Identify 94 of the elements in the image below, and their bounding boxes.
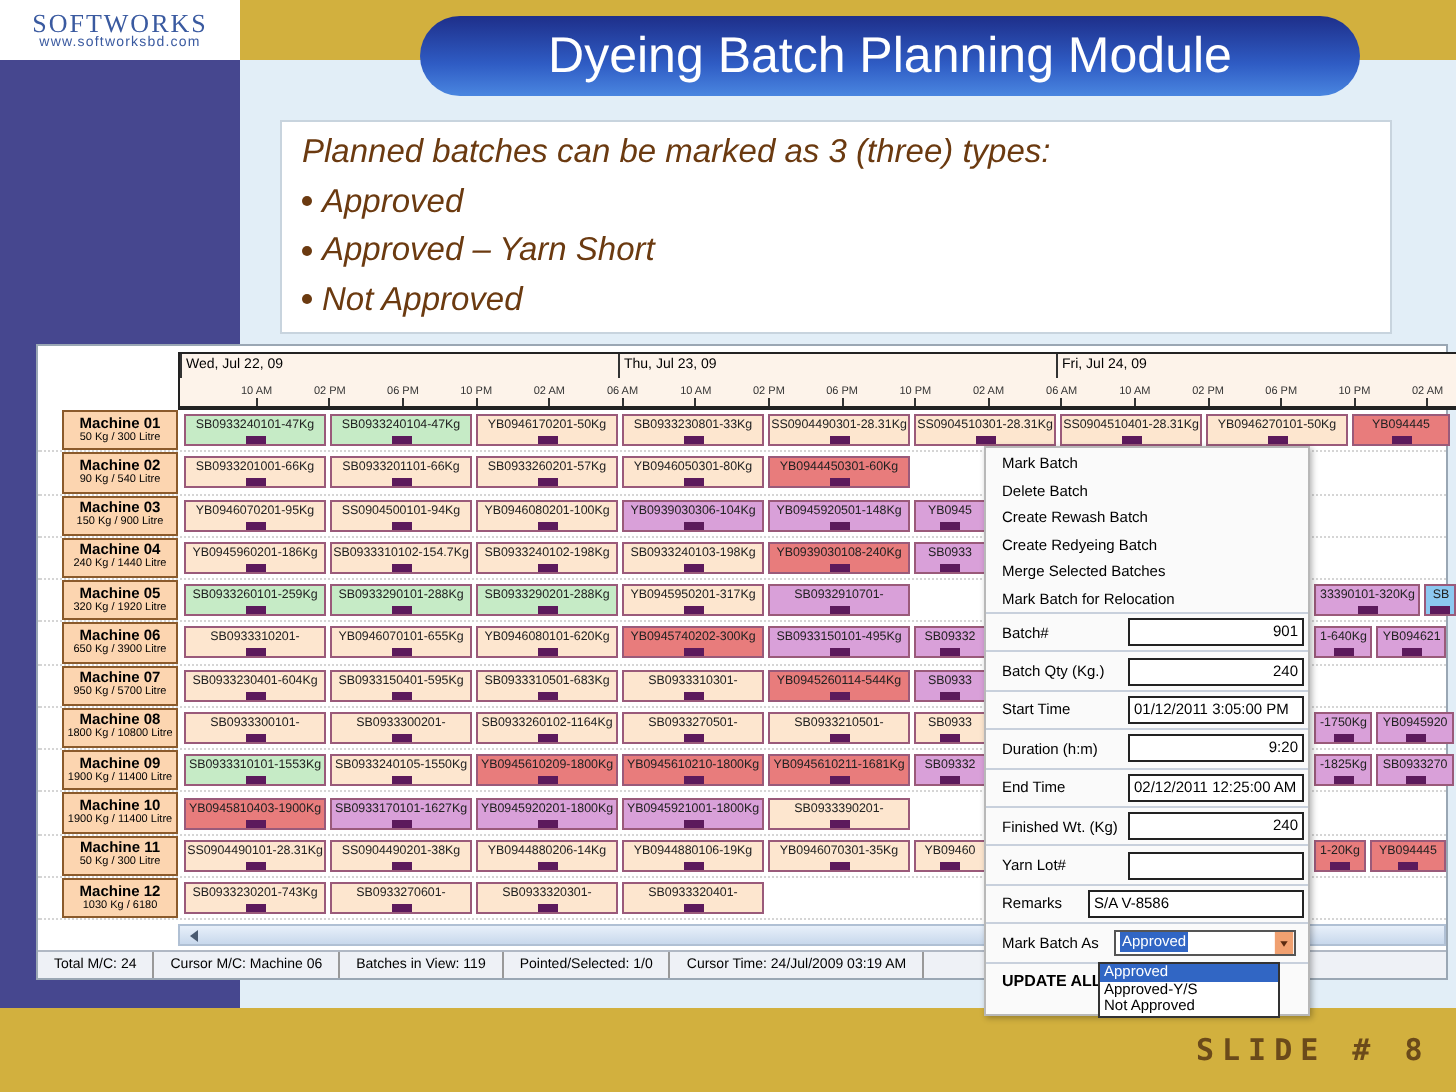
batch-marker xyxy=(391,691,411,700)
batch-marker xyxy=(391,733,411,742)
batch-marker xyxy=(829,478,849,487)
batch-marker xyxy=(829,436,849,445)
notes-intro: Planned batches can be marked as 3 (three) types: xyxy=(302,132,1053,174)
batch-marker xyxy=(245,733,265,742)
batch-marker xyxy=(537,563,557,572)
batch-marker xyxy=(537,521,557,530)
batch-marker xyxy=(391,819,411,828)
batch-marker xyxy=(245,478,265,487)
bullet-text: Not Approved xyxy=(322,279,523,321)
bullet-icon xyxy=(302,245,312,256)
bullet-icon xyxy=(302,196,312,207)
batch-marker xyxy=(683,563,703,572)
batch-marker xyxy=(391,563,411,572)
logo-name: SOFTWORKS xyxy=(32,9,208,35)
batch-marker xyxy=(245,436,265,445)
batch-marker xyxy=(537,904,557,913)
batch-marker xyxy=(537,478,557,487)
batch-marker xyxy=(683,521,703,530)
batch-marker xyxy=(245,648,265,657)
batch-marker xyxy=(537,436,557,445)
batch-marker xyxy=(940,733,960,742)
batch-marker xyxy=(829,776,849,785)
batch-marker xyxy=(683,478,703,487)
batch-marker xyxy=(683,733,703,742)
batch-marker xyxy=(940,776,960,785)
slide-title: Dyeing Batch Planning Module xyxy=(420,16,1360,96)
bullet-text: Approved – Yarn Short xyxy=(322,230,655,272)
batch-marker xyxy=(391,776,411,785)
batch-marker xyxy=(940,861,960,870)
bullet-text: Approved xyxy=(322,181,464,223)
batch-marker xyxy=(1405,733,1426,742)
batch-marker xyxy=(829,691,849,700)
batch-marker xyxy=(1357,606,1378,615)
batch-marker xyxy=(537,819,557,828)
batch-marker xyxy=(1121,436,1141,445)
batch-marker xyxy=(245,521,265,530)
scroll-left-icon[interactable] xyxy=(186,927,202,944)
batch-marker xyxy=(537,861,557,870)
batch-marker xyxy=(245,819,265,828)
batch-marker xyxy=(829,733,849,742)
batch-marker xyxy=(245,606,265,615)
batch-marker xyxy=(245,691,265,700)
batch-marker xyxy=(391,904,411,913)
batch-marker xyxy=(1329,861,1350,870)
batch-marker xyxy=(829,819,849,828)
batch-marker xyxy=(1405,776,1426,785)
batch-marker xyxy=(537,606,557,615)
batch-marker xyxy=(391,648,411,657)
batch-marker xyxy=(1430,606,1451,615)
batch-marker xyxy=(1267,436,1287,445)
batch-marker xyxy=(683,904,703,913)
batch-marker xyxy=(829,521,849,530)
batch-marker xyxy=(537,733,557,742)
input-field[interactable] xyxy=(1128,851,1304,880)
batch-marker xyxy=(940,648,960,657)
batch-marker xyxy=(683,606,703,615)
batch-marker xyxy=(940,691,960,700)
batch-marker xyxy=(245,861,265,870)
batch-marker xyxy=(1333,648,1354,657)
update-button[interactable]: UPDATE ALL xyxy=(1002,972,1102,991)
batch-marker xyxy=(940,521,960,530)
batch-marker xyxy=(683,776,703,785)
batch-marker xyxy=(940,563,960,572)
batch-marker xyxy=(245,904,265,913)
batch-marker xyxy=(1333,776,1354,785)
batch-marker xyxy=(537,648,557,657)
batch-marker xyxy=(245,563,265,572)
batch-marker xyxy=(391,436,411,445)
batch-marker xyxy=(537,776,557,785)
batch-marker xyxy=(1391,436,1411,445)
batch-marker xyxy=(829,563,849,572)
batch-marker xyxy=(683,691,703,700)
batch-marker xyxy=(1401,648,1422,657)
caret-icon[interactable] xyxy=(1274,931,1294,954)
batch-marker xyxy=(829,861,849,870)
bullet-icon xyxy=(302,294,312,305)
batch-marker xyxy=(537,691,557,700)
batch-marker xyxy=(391,606,411,615)
batch-marker xyxy=(683,861,703,870)
batch-marker xyxy=(1397,861,1418,870)
batch-marker xyxy=(829,648,849,657)
batch-marker xyxy=(683,648,703,657)
batch-marker xyxy=(1333,733,1354,742)
batch-marker xyxy=(975,436,995,445)
batch-marker xyxy=(683,819,703,828)
batch-marker xyxy=(391,521,411,530)
slide-number: SLIDE # 8 xyxy=(1196,1032,1431,1068)
batch-marker xyxy=(683,436,703,445)
batch-marker xyxy=(245,776,265,785)
batch-marker xyxy=(829,606,849,615)
batch-marker xyxy=(391,478,411,487)
batch-marker xyxy=(391,861,411,870)
